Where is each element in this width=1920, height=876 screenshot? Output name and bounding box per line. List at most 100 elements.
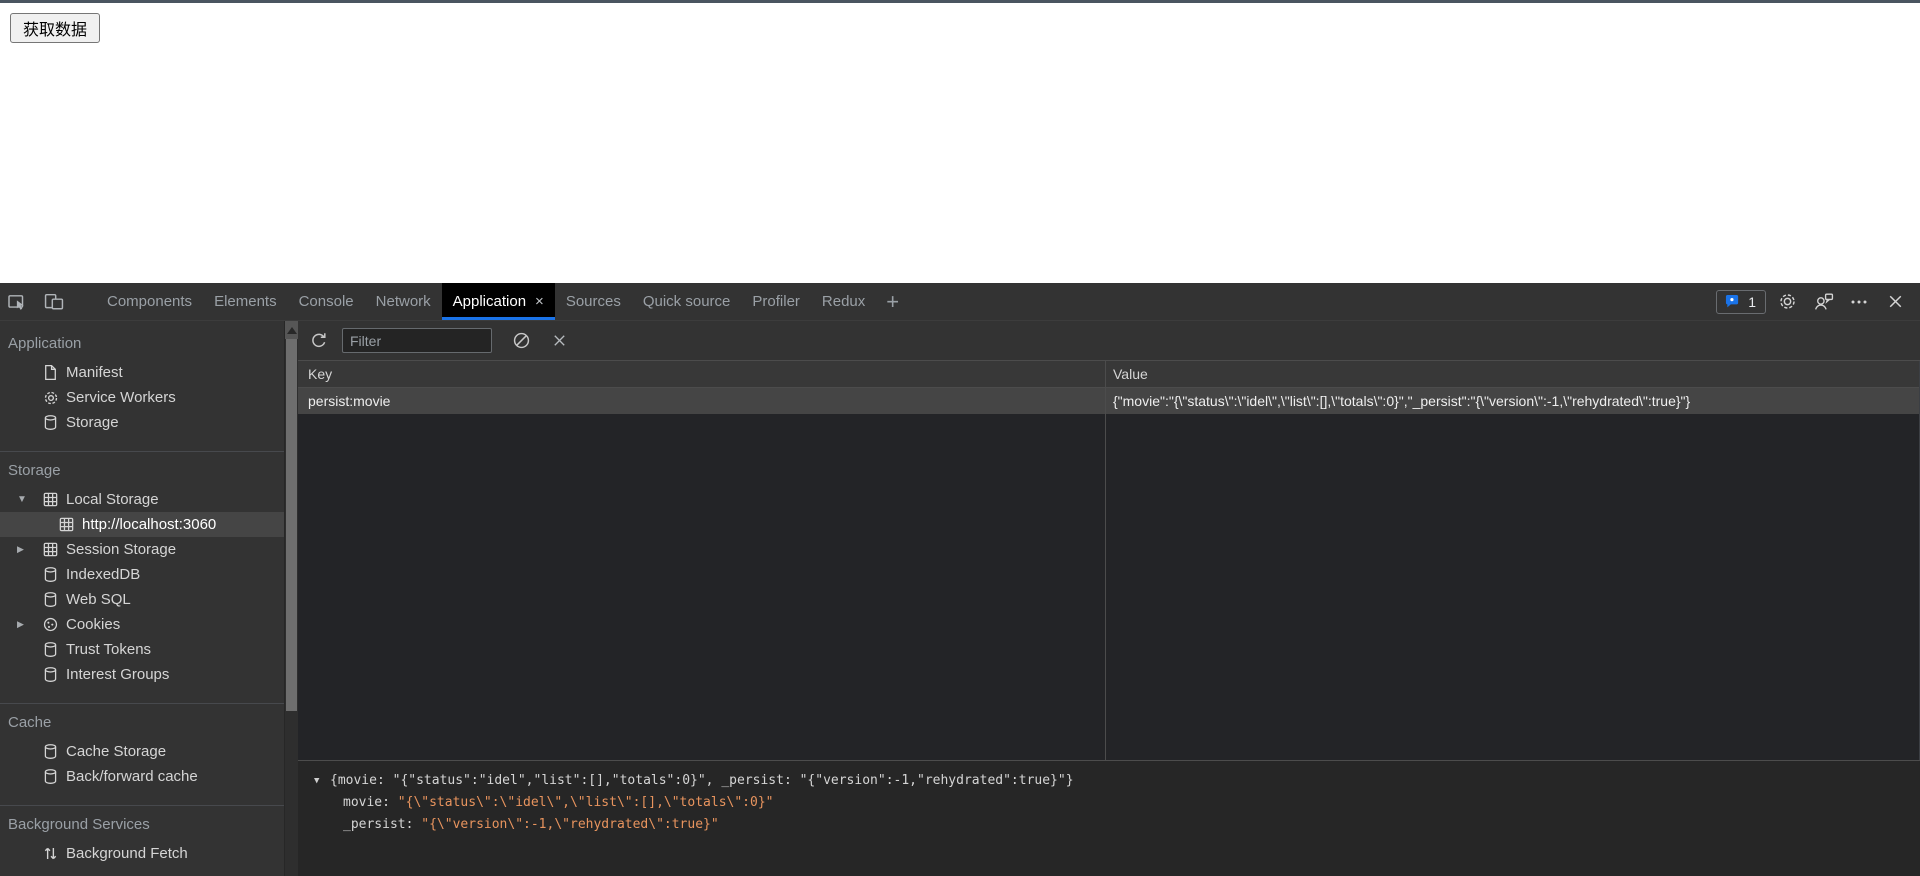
sidebar-item-label: Manifest [66, 364, 123, 381]
sidebar-item-web-sql[interactable]: Web SQL [0, 587, 284, 612]
tab-application[interactable]: Application× [442, 283, 555, 320]
sidebar-item-label: Storage [66, 414, 119, 431]
tab-label: Quick source [643, 293, 731, 310]
tab-label: Console [299, 293, 354, 310]
storage-items-table: Key Value persist:movie {"movie":"{\"sta… [298, 361, 1920, 760]
database-icon [42, 641, 66, 658]
sidebar-item-label: Interest Groups [66, 666, 169, 683]
sidebar-item-service-workers[interactable]: Service Workers [0, 385, 284, 410]
more-tabs-icon[interactable]: + [876, 283, 909, 320]
device-toolbar-icon[interactable] [36, 283, 72, 320]
sidebar-item-back-forward-cache[interactable]: Back/forward cache [0, 764, 284, 789]
gear-icon [42, 389, 66, 407]
tab-label: Components [107, 293, 192, 310]
sidebar-section-application: Application Manifest Service Workers Storag… [0, 325, 284, 443]
tab-close-icon[interactable]: × [535, 293, 544, 310]
database-icon [42, 666, 66, 683]
storage-value-cell[interactable]: {"movie":"{\"status\":\"idel\",\"list\":… [1105, 388, 1919, 414]
sidebar-item-local-storage[interactable]: ▼ Local Storage [0, 487, 284, 512]
inspect-element-icon[interactable] [0, 283, 36, 320]
database-icon [42, 591, 66, 608]
key-column-header[interactable]: Key [298, 361, 1105, 387]
tab-components[interactable]: Components [96, 283, 203, 320]
caret-down-icon[interactable]: ▼ [12, 494, 42, 505]
sidebar-item-label: Cookies [66, 616, 120, 633]
sidebar-item-indexeddb[interactable]: IndexedDB [0, 562, 284, 587]
tab-label: Sources [566, 293, 621, 310]
sidebar-item-interest-groups[interactable]: Interest Groups [0, 662, 284, 687]
sidebar-item-background-fetch[interactable]: Background Fetch [0, 841, 284, 866]
value-column-header[interactable]: Value [1105, 361, 1919, 387]
sidebar-item-label: Local Storage [66, 491, 159, 508]
section-header: Cache [0, 704, 284, 739]
tab-console[interactable]: Console [288, 283, 365, 320]
sidebar-item-session-storage[interactable]: ▶ Session Storage [0, 537, 284, 562]
tab-label: Elements [214, 293, 277, 310]
issues-count: 1 [1748, 294, 1756, 310]
sidebar-section-cache: Cache Cache Storage Back/forward cache [0, 703, 284, 797]
tab-sources[interactable]: Sources [555, 283, 632, 320]
tab-elements[interactable]: Elements [203, 283, 288, 320]
preview-entry: movie"{\"status\":\"idel\",\"list\":[],\… [314, 792, 1920, 814]
tab-redux[interactable]: Redux [811, 283, 876, 320]
sidebar-item-trust-tokens[interactable]: Trust Tokens [0, 637, 284, 662]
sidebar-item-label: Session Storage [66, 541, 176, 558]
grid-icon [58, 516, 82, 533]
file-icon [42, 364, 66, 381]
column-resize-handle[interactable] [1105, 361, 1106, 760]
feedback-icon[interactable] [1808, 287, 1838, 317]
web-page-area: 获取数据 [0, 0, 1920, 283]
arrows-icon [42, 845, 66, 862]
database-icon [42, 414, 66, 431]
expand-triangle-icon[interactable]: ▼ [314, 770, 330, 792]
tab-profiler[interactable]: Profiler [741, 283, 811, 320]
filter-input[interactable] [342, 328, 492, 353]
grid-icon [42, 541, 66, 558]
preview-key: _persist [343, 817, 421, 832]
fetch-data-button[interactable]: 获取数据 [10, 13, 100, 43]
sidebar-section-background-services: Background Services Background Fetch [0, 805, 284, 874]
refresh-icon[interactable] [304, 326, 334, 356]
scrollbar-up-icon[interactable] [285, 321, 298, 339]
tab-quick-source[interactable]: Quick source [632, 283, 742, 320]
sidebar-scrollbar[interactable] [284, 321, 298, 876]
sidebar-item-label: Trust Tokens [66, 641, 151, 658]
table-row[interactable]: persist:movie {"movie":"{\"status\":\"id… [298, 388, 1919, 414]
delete-selected-icon[interactable] [544, 326, 574, 356]
sidebar-item-label: http://localhost:3060 [82, 516, 216, 533]
section-header: Storage [0, 452, 284, 487]
clear-all-icon[interactable] [506, 326, 536, 356]
grid-icon [42, 491, 66, 508]
sidebar-item-storage[interactable]: Storage [0, 410, 284, 435]
section-header: Background Services [0, 806, 284, 841]
sidebar-item-http-localhost-3060[interactable]: http://localhost:3060 [0, 512, 284, 537]
sidebar-item-label: Cache Storage [66, 743, 166, 760]
section-header: Application [0, 325, 284, 360]
tab-label: Profiler [752, 293, 800, 310]
close-devtools-icon[interactable] [1880, 287, 1910, 317]
preview-summary-line: ▼{movie: "{"status":"idel","list":[],"to… [314, 770, 1920, 792]
sidebar-item-label: Service Workers [66, 389, 176, 406]
sidebar-item-manifest[interactable]: Manifest [0, 360, 284, 385]
sidebar-item-label: Background Fetch [66, 845, 188, 862]
scrollbar-thumb[interactable] [286, 339, 297, 711]
tab-network[interactable]: Network [365, 283, 442, 320]
settings-gear-icon[interactable] [1772, 287, 1802, 317]
value-preview-pane: ▼{movie: "{"status":"idel","list":[],"to… [298, 760, 1920, 876]
tab-label: Redux [822, 293, 865, 310]
application-sidebar: Application Manifest Service Workers Storag… [0, 321, 284, 876]
tab-label: Network [376, 293, 431, 310]
caret-right-icon[interactable]: ▶ [12, 544, 42, 555]
more-options-icon[interactable] [1844, 287, 1874, 317]
preview-key: movie [343, 795, 398, 810]
database-icon [42, 768, 66, 785]
storage-key-cell[interactable]: persist:movie [298, 388, 1105, 414]
sidebar-item-label: Back/forward cache [66, 768, 198, 785]
caret-right-icon[interactable]: ▶ [12, 619, 42, 630]
sidebar-item-cache-storage[interactable]: Cache Storage [0, 739, 284, 764]
issues-counter[interactable]: 1 [1716, 290, 1766, 314]
preview-entry: _persist"{\"version\":-1,\"rehydrated\":… [314, 814, 1920, 836]
sidebar-section-storage: Storage ▼ Local Storage http://localhost:30… [0, 451, 284, 695]
sidebar-item-label: IndexedDB [66, 566, 140, 583]
sidebar-item-cookies[interactable]: ▶ Cookies [0, 612, 284, 637]
